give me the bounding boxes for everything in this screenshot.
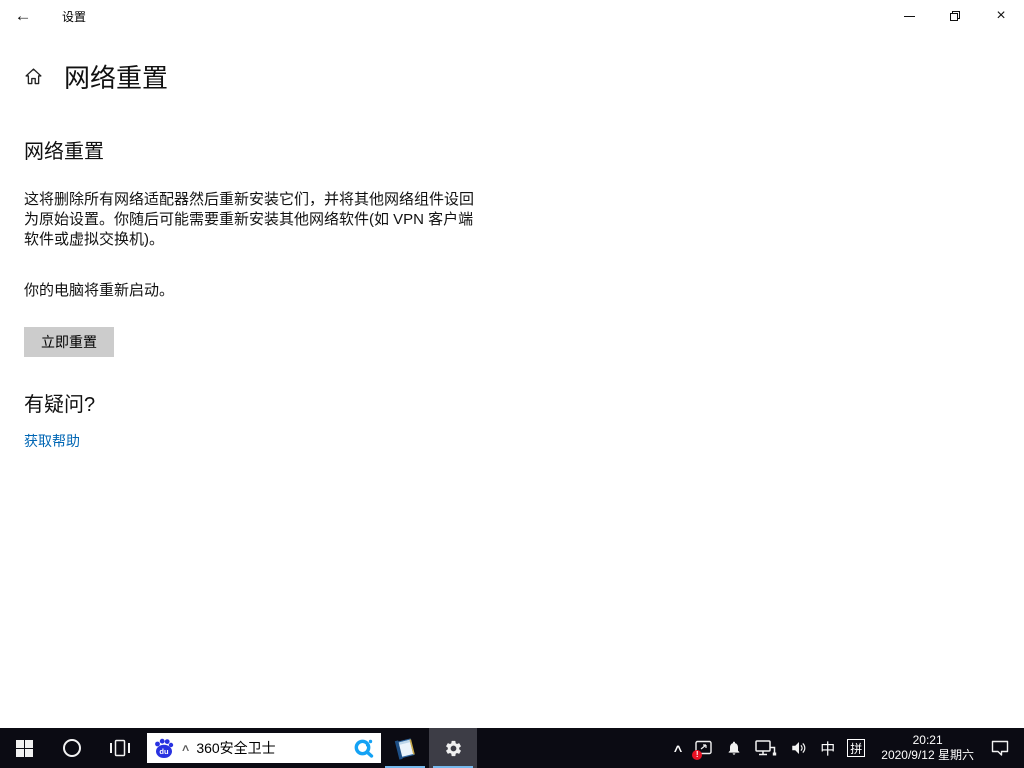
ime-pinyin-icon: 拼 [847, 739, 865, 757]
taskbar: du ∧ 360安全卫士 [0, 728, 1024, 768]
close-button[interactable]: × [978, 0, 1024, 32]
start-button[interactable] [0, 728, 48, 768]
restore-icon [948, 9, 962, 23]
clock-date: 2020/9/12 星期六 [881, 748, 974, 763]
reminder-tray-button[interactable] [720, 728, 748, 768]
chevron-up-icon: ∧ [672, 742, 684, 755]
window-title: 设置 [62, 8, 86, 25]
desktop-screen: ← 设置 × [0, 0, 1024, 768]
window-controls: × [886, 0, 1024, 32]
action-center-bubble-icon [990, 738, 1010, 758]
close-icon: × [996, 8, 1005, 24]
taskbar-search-input[interactable]: du ∧ 360安全卫士 [147, 733, 381, 763]
minimize-button[interactable] [886, 0, 932, 32]
windows-logo-icon [16, 740, 33, 757]
back-button[interactable]: ← [0, 0, 46, 32]
ime-mode-button[interactable]: 拼 [841, 728, 871, 768]
restore-button[interactable] [932, 0, 978, 32]
notification-badge: ! [692, 750, 702, 760]
task-view-icon [109, 738, 131, 758]
notepad-icon [392, 735, 418, 761]
network-tray-button[interactable] [748, 728, 784, 768]
bell-icon [726, 740, 742, 756]
ime-language-button[interactable]: 中 [814, 728, 841, 768]
action-center-button[interactable] [984, 728, 1016, 768]
page-header: 网络重置 [24, 58, 1000, 95]
volume-tray-button[interactable] [784, 728, 814, 768]
home-icon [24, 67, 43, 86]
cortana-button[interactable] [48, 728, 96, 768]
clock-time: 20:21 [881, 733, 974, 748]
minimize-icon [904, 16, 915, 17]
system-tray: ∧ ! [668, 728, 1024, 768]
clock[interactable]: 20:21 2020/9/12 星期六 [871, 733, 984, 763]
search-query-text: 360安全卫士 [196, 738, 353, 758]
ethernet-network-icon [754, 738, 778, 758]
get-help-link[interactable]: 获取帮助 [24, 431, 80, 451]
page-content: 网络重置 网络重置 这将删除所有网络适配器然后重新安装它们，并将其他网络组件设回… [0, 32, 1024, 451]
ime-language-label: 中 [820, 738, 835, 759]
baidu-paw-icon: du [153, 737, 175, 759]
restart-note: 你的电脑将重新启动。 [24, 279, 1000, 300]
question-heading: 有疑问? [24, 388, 1000, 417]
alert-icon: ! [694, 738, 714, 758]
settings-app-button[interactable] [429, 728, 477, 768]
section-title: 网络重置 [24, 135, 1000, 164]
reset-now-button[interactable]: 立即重置 [24, 327, 114, 357]
page-title: 网络重置 [64, 58, 168, 95]
360-search-magnifier-icon [353, 737, 375, 759]
titlebar: ← 设置 × [0, 0, 1024, 32]
svg-text:du: du [159, 747, 169, 756]
task-view-button[interactable] [96, 728, 144, 768]
cortana-circle-icon [62, 738, 82, 758]
volume-icon [790, 739, 808, 757]
notepad-app-button[interactable] [381, 728, 429, 768]
search-chevron-up-icon: ∧ [181, 743, 191, 754]
alert-tray-button[interactable]: ! [688, 728, 720, 768]
reset-description: 这将删除所有网络适配器然后重新安装它们，并将其他网络组件设回为原始设置。你随后可… [24, 190, 482, 250]
settings-gear-icon [444, 739, 463, 758]
settings-window: ← 设置 × [0, 0, 1024, 451]
hidden-icons-button[interactable]: ∧ [668, 728, 688, 768]
